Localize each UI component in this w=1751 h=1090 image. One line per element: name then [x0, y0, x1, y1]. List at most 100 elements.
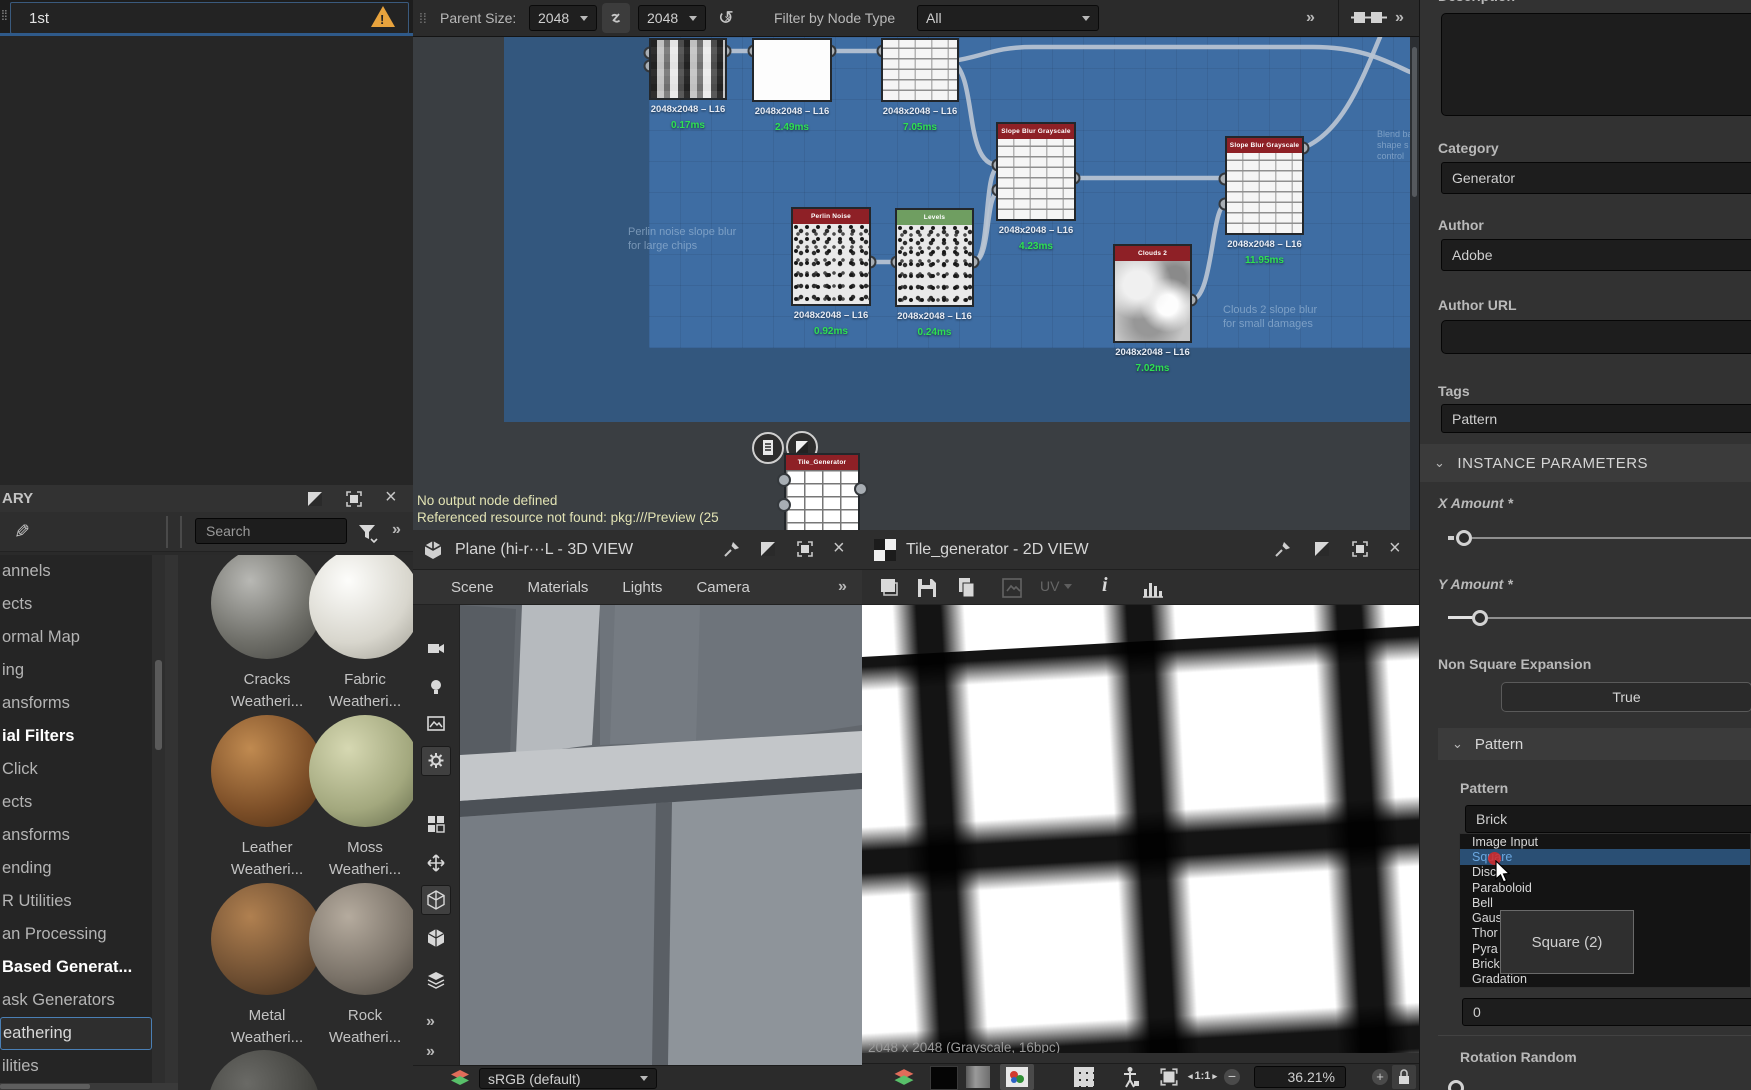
category-item-ansforms[interactable]: ansforms: [0, 819, 152, 852]
graph-node-texture-0[interactable]: [651, 40, 725, 98]
view-2d-viewport[interactable]: 2048 x 2048 (Grayscale, 16bpc): [862, 605, 1419, 1053]
lightbulb-button[interactable]: [421, 672, 451, 702]
dock-split-button[interactable]: [1312, 539, 1332, 564]
node-graph-panel[interactable]: 2048x2048 – L160.17ms2048x2048 – L162.49…: [413, 37, 1419, 530]
channels-button-active[interactable]: [1000, 1064, 1034, 1090]
layers-button[interactable]: [876, 575, 902, 606]
x-amount-handle[interactable]: [1456, 530, 1472, 546]
author-field[interactable]: Adobe: [1441, 239, 1751, 271]
transform-image-button[interactable]: [999, 575, 1025, 606]
background-swatch-black[interactable]: [930, 1066, 958, 1090]
category-item-ects[interactable]: ects: [0, 588, 152, 621]
graph-node-texture-1[interactable]: [754, 40, 830, 100]
toolbar-overflow-button-2[interactable]: »: [1395, 9, 1402, 27]
tags-field[interactable]: Pattern: [1441, 404, 1751, 433]
fit-view-button[interactable]: [1158, 1066, 1180, 1090]
link-dimensions-button[interactable]: [602, 3, 630, 33]
pin-button[interactable]: [721, 538, 743, 565]
category-item-ansforms[interactable]: ansforms: [0, 687, 152, 720]
search-input[interactable]: Search: [195, 518, 347, 544]
description-textarea[interactable]: [1441, 13, 1751, 116]
close-button[interactable]: ×: [833, 538, 845, 558]
non-square-expansion-toggle[interactable]: True: [1501, 682, 1751, 712]
graph-node-texture-2[interactable]: [883, 40, 957, 100]
category-item-ilities[interactable]: ilities: [0, 1050, 152, 1083]
rotation-random-handle[interactable]: [1448, 1080, 1464, 1090]
copy-button[interactable]: [954, 575, 980, 606]
filter-button[interactable]: [355, 520, 379, 549]
category-item-an-processing[interactable]: an Processing: [0, 918, 152, 951]
library-overflow-button[interactable]: »: [392, 521, 399, 539]
category-item-r-utilities[interactable]: R Utilities: [0, 885, 152, 918]
zoom-level-field[interactable]: 36.21%: [1254, 1066, 1346, 1088]
pin-button[interactable]: [1272, 538, 1294, 565]
menubar-overflow-button[interactable]: »: [838, 578, 845, 596]
menu-materials[interactable]: Materials: [528, 579, 589, 596]
view-3d-viewport[interactable]: [460, 605, 862, 1065]
library-splitter[interactable]: [165, 555, 178, 1090]
graph-node-levels[interactable]: Levels: [897, 210, 972, 305]
edit-pencil-button[interactable]: ✎: [8, 518, 36, 546]
category-scrollbar-thumb[interactable]: [155, 660, 162, 750]
graph-node-slope-blur-grayscale[interactable]: Slope Blur Grayscale: [1227, 138, 1302, 233]
thumbnail-partial[interactable]: [208, 1050, 320, 1090]
menu-scene[interactable]: Scene: [451, 579, 494, 596]
horizontal-scrollbar[interactable]: [0, 1083, 178, 1090]
graph-scrollbar[interactable]: [1410, 37, 1419, 530]
category-item-ask-generators[interactable]: ask Generators: [0, 984, 152, 1017]
layers-button[interactable]: [421, 965, 451, 995]
dock-split-button[interactable]: [305, 489, 325, 514]
parent-height-select[interactable]: 2048: [638, 5, 706, 31]
category-item-ial-filters[interactable]: ial Filters: [0, 720, 152, 753]
category-item-ing[interactable]: ing: [0, 654, 152, 687]
histogram-button[interactable]: [1140, 575, 1166, 606]
video-camera-button[interactable]: [421, 634, 451, 664]
category-item-eathering[interactable]: eathering: [0, 1017, 152, 1050]
node-link-tools-icon[interactable]: [1351, 10, 1387, 31]
category-scrollbar[interactable]: [152, 555, 165, 1090]
parent-width-select[interactable]: 2048: [529, 5, 597, 31]
dock-maximize-button[interactable]: [795, 539, 815, 564]
graph-node-slope-blur-grayscale[interactable]: Slope Blur Grayscale: [998, 124, 1074, 219]
category-item-based-generat-[interactable]: Based Generat...: [0, 951, 152, 984]
background-swatch-gradient[interactable]: [966, 1066, 990, 1088]
horizontal-scrollbar-thumb[interactable]: [0, 1084, 90, 1089]
thumbnail-rock[interactable]: RockWeatheri...: [306, 883, 413, 1049]
close-button[interactable]: ×: [1389, 538, 1401, 558]
pattern-amount-field[interactable]: 0: [1462, 998, 1751, 1026]
zoom-in-button[interactable]: +: [1372, 1069, 1388, 1085]
grid-toggle-button[interactable]: [1074, 1067, 1094, 1087]
pattern-select[interactable]: Brick: [1465, 805, 1751, 833]
filter-node-type-select[interactable]: All: [917, 5, 1099, 31]
pattern-option-image-input[interactable]: Image Input: [1460, 834, 1750, 849]
graph-node-clouds-2[interactable]: Clouds 2: [1115, 246, 1190, 341]
graph-scrollbar-thumb[interactable]: [1412, 47, 1417, 197]
lock-button[interactable]: [1392, 1065, 1416, 1089]
uv-overlay-select[interactable]: UV: [1040, 578, 1072, 594]
transform-axis-button[interactable]: [421, 848, 451, 878]
menu-camera[interactable]: Camera: [696, 579, 749, 596]
wireframe-cube-button[interactable]: [421, 885, 451, 915]
toolbar-more-button[interactable]: »: [426, 1013, 433, 1031]
gear-button[interactable]: [421, 746, 451, 776]
menu-lights[interactable]: Lights: [622, 579, 662, 596]
x-amount-track[interactable]: [1472, 537, 1751, 539]
thumbnail-fabric[interactable]: FabricWeatheri...: [306, 555, 413, 713]
thumbnail-moss[interactable]: MossWeatheri...: [306, 715, 413, 881]
tab-1st[interactable]: 1st !: [10, 2, 409, 34]
info-button[interactable]: i: [1102, 574, 1108, 597]
graph-node-perlin-noise[interactable]: Perlin Noise: [793, 209, 869, 304]
node-badge-document[interactable]: [752, 432, 784, 464]
zoom-out-button[interactable]: −: [1224, 1069, 1240, 1085]
uv-unwrap-button[interactable]: [421, 809, 451, 839]
dock-maximize-button[interactable]: [344, 489, 364, 514]
category-item-ending[interactable]: ending: [0, 852, 152, 885]
mannequin-button[interactable]: [1118, 1065, 1142, 1090]
category-item-ects[interactable]: ects: [0, 786, 152, 819]
y-amount-track[interactable]: [1488, 617, 1751, 619]
toolbar-more-button-2[interactable]: »: [426, 1043, 433, 1061]
close-button[interactable]: ×: [385, 487, 397, 507]
panel-splitter-handle[interactable]: [166, 516, 182, 548]
author-url-field[interactable]: [1441, 320, 1751, 354]
reset-size-button[interactable]: ↺✕: [713, 5, 739, 31]
